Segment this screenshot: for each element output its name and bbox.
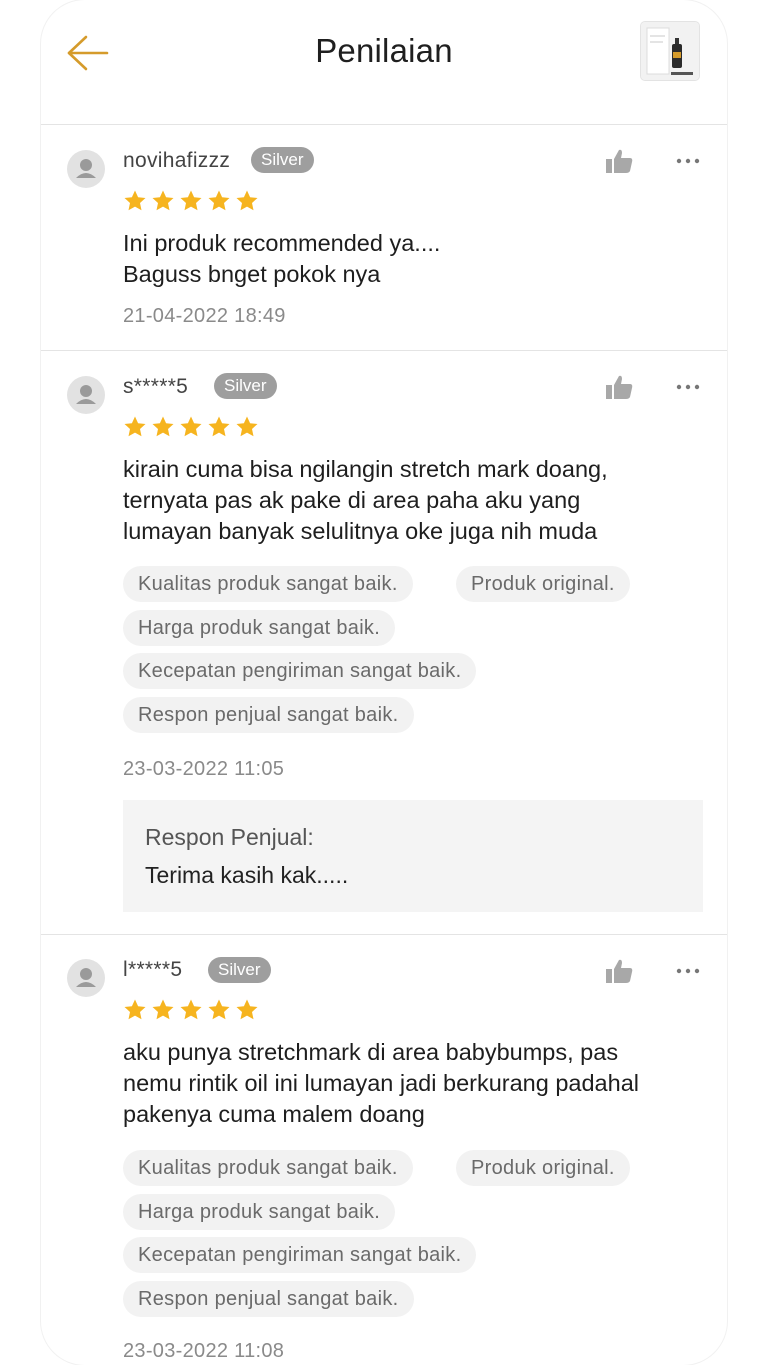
seller-response-text: Terima kasih kak..... <box>145 862 349 888</box>
star-icon <box>180 416 202 437</box>
more-options-icon[interactable] <box>674 381 702 393</box>
review-tag: Kecepatan pengiriman sangat baik. <box>123 1237 477 1273</box>
member-badge: Silver <box>251 147 314 173</box>
star-icon <box>208 190 230 211</box>
review-screen: Penilaian novihafizzz Silver Ini produk … <box>41 0 727 1365</box>
user-icon <box>76 385 96 404</box>
star-icon <box>236 190 258 211</box>
member-badge: Silver <box>214 373 277 399</box>
star-icon <box>236 416 258 437</box>
star-icon <box>180 999 202 1020</box>
star-icon <box>124 416 146 437</box>
review-tag: Harga produk sangat baik. <box>123 610 396 646</box>
thumbs-up-icon[interactable] <box>604 373 634 401</box>
thumbs-up-icon[interactable] <box>604 957 634 985</box>
product-bottle-icon <box>641 22 699 80</box>
review-comment: kirain cuma bisa ngilangin stretch mark … <box>123 456 608 544</box>
star-rating <box>123 415 259 441</box>
review-comment: aku punya stretchmark di area babybumps,… <box>123 1039 639 1127</box>
username: l*****5 <box>123 958 183 981</box>
star-icon <box>180 190 202 211</box>
review-date: 23-03-2022 11:05 <box>123 758 285 780</box>
star-icon <box>124 999 146 1020</box>
review-tag: Respon penjual sangat baik. <box>123 697 414 733</box>
star-icon <box>152 190 174 211</box>
review-tag: Kecepatan pengiriman sangat baik. <box>123 653 477 689</box>
review-tag: Produk original. <box>456 566 630 602</box>
star-rating <box>123 998 259 1024</box>
review-tag: Produk original. <box>456 1150 630 1186</box>
page-title: Penilaian <box>315 32 453 69</box>
member-badge: Silver <box>208 957 271 983</box>
star-icon <box>236 999 258 1020</box>
username: novihafizzz <box>123 149 231 172</box>
star-icon <box>124 190 146 211</box>
star-icon <box>152 999 174 1020</box>
review-date: 21-04-2022 18:49 <box>123 305 286 327</box>
review-tag: Respon penjual sangat baik. <box>123 1281 414 1317</box>
star-rating <box>123 189 259 215</box>
username: s*****5 <box>123 375 189 398</box>
review-item: novihafizzz Silver Ini produk recommende… <box>41 125 727 351</box>
user-icon <box>76 159 96 178</box>
more-options-icon[interactable] <box>674 155 702 167</box>
review-item: s*****5 Silver kirain cuma bisa ngilangi… <box>41 351 727 935</box>
seller-response-title: Respon Penjual: <box>145 824 314 850</box>
user-icon <box>76 968 96 987</box>
review-tag: Kualitas produk sangat baik. <box>123 1150 413 1186</box>
star-icon <box>152 416 174 437</box>
review-comment: Ini produk recommended ya.... Baguss bng… <box>123 230 441 287</box>
thumbs-up-icon[interactable] <box>604 147 634 175</box>
product-thumbnail[interactable] <box>641 22 699 80</box>
avatar[interactable] <box>67 376 105 414</box>
review-date: 23-03-2022 11:08 <box>123 1340 285 1362</box>
star-icon <box>208 999 230 1020</box>
review-tag: Kualitas produk sangat baik. <box>123 566 413 602</box>
header-bar: Penilaian <box>41 0 727 125</box>
seller-response: Respon Penjual: Terima kasih kak..... <box>123 800 703 912</box>
star-icon <box>208 416 230 437</box>
avatar[interactable] <box>67 959 105 997</box>
review-tag: Harga produk sangat baik. <box>123 1194 396 1230</box>
avatar[interactable] <box>67 150 105 188</box>
more-options-icon[interactable] <box>674 965 702 977</box>
review-item: l*****5 Silver aku punya stretchmark di … <box>41 935 727 1365</box>
